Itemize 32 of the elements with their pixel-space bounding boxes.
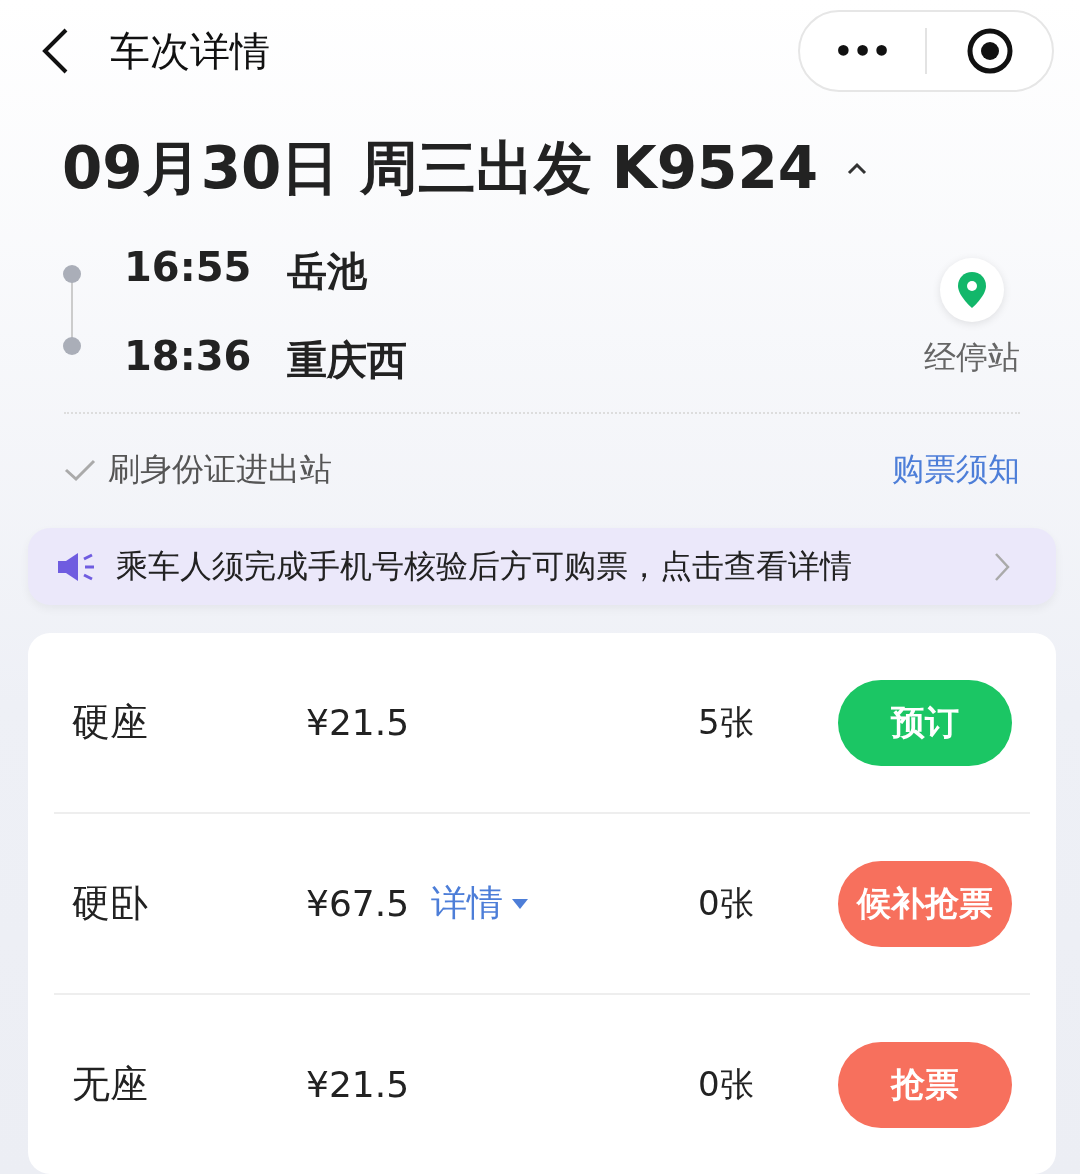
stop-station: 岳池 bbox=[287, 247, 368, 296]
seat-action-button[interactable]: 抢票 bbox=[838, 1041, 1012, 1128]
speaker-icon bbox=[56, 550, 96, 583]
departure-heading: 09月30日 周三出发 K9524 bbox=[62, 133, 819, 204]
id-card-note: 刷身份证进出站 bbox=[108, 449, 333, 490]
stop-station: 重庆西 bbox=[287, 336, 408, 385]
purchase-notice-link[interactable]: 购票须知 bbox=[892, 448, 1020, 492]
seat-price: ¥21.5 bbox=[306, 702, 410, 743]
map-pin-icon bbox=[957, 271, 987, 309]
seat-type: 硬座 bbox=[71, 699, 149, 746]
back-icon[interactable] bbox=[40, 27, 70, 75]
target-icon bbox=[965, 27, 1014, 75]
chevron-right-icon bbox=[994, 551, 1010, 582]
stop-time: 16:55 bbox=[124, 244, 252, 292]
seat-type: 硬卧 bbox=[71, 880, 149, 927]
page-title: 车次详情 bbox=[110, 26, 271, 76]
detail-link[interactable]: 详情 bbox=[431, 879, 530, 928]
stops-button[interactable]: 经停站 bbox=[924, 258, 1020, 388]
ticket-count: 0张 bbox=[698, 1062, 755, 1106]
caret-icon[interactable] bbox=[846, 162, 869, 176]
ticket-count: 0张 bbox=[698, 881, 755, 925]
notice-banner[interactable]: 乘车人须完成手机号核验后方可购票，点击查看详情 bbox=[28, 528, 1056, 605]
more-button[interactable]: ••• bbox=[800, 12, 925, 90]
dropdown-icon bbox=[511, 897, 530, 910]
seat-action-button[interactable]: 预订 bbox=[838, 679, 1012, 766]
ticket-count: 5张 bbox=[698, 700, 755, 744]
seat-action-button[interactable]: 候补抢票 bbox=[838, 860, 1012, 947]
stop-time: 18:36 bbox=[124, 333, 252, 381]
seat-price: ¥67.5 bbox=[306, 883, 410, 924]
notice-text: 乘车人须完成手机号核验后方可购票，点击查看详情 bbox=[116, 545, 853, 587]
seat-type: 无座 bbox=[71, 1061, 149, 1108]
seat-price: ¥21.5 bbox=[306, 1064, 410, 1105]
